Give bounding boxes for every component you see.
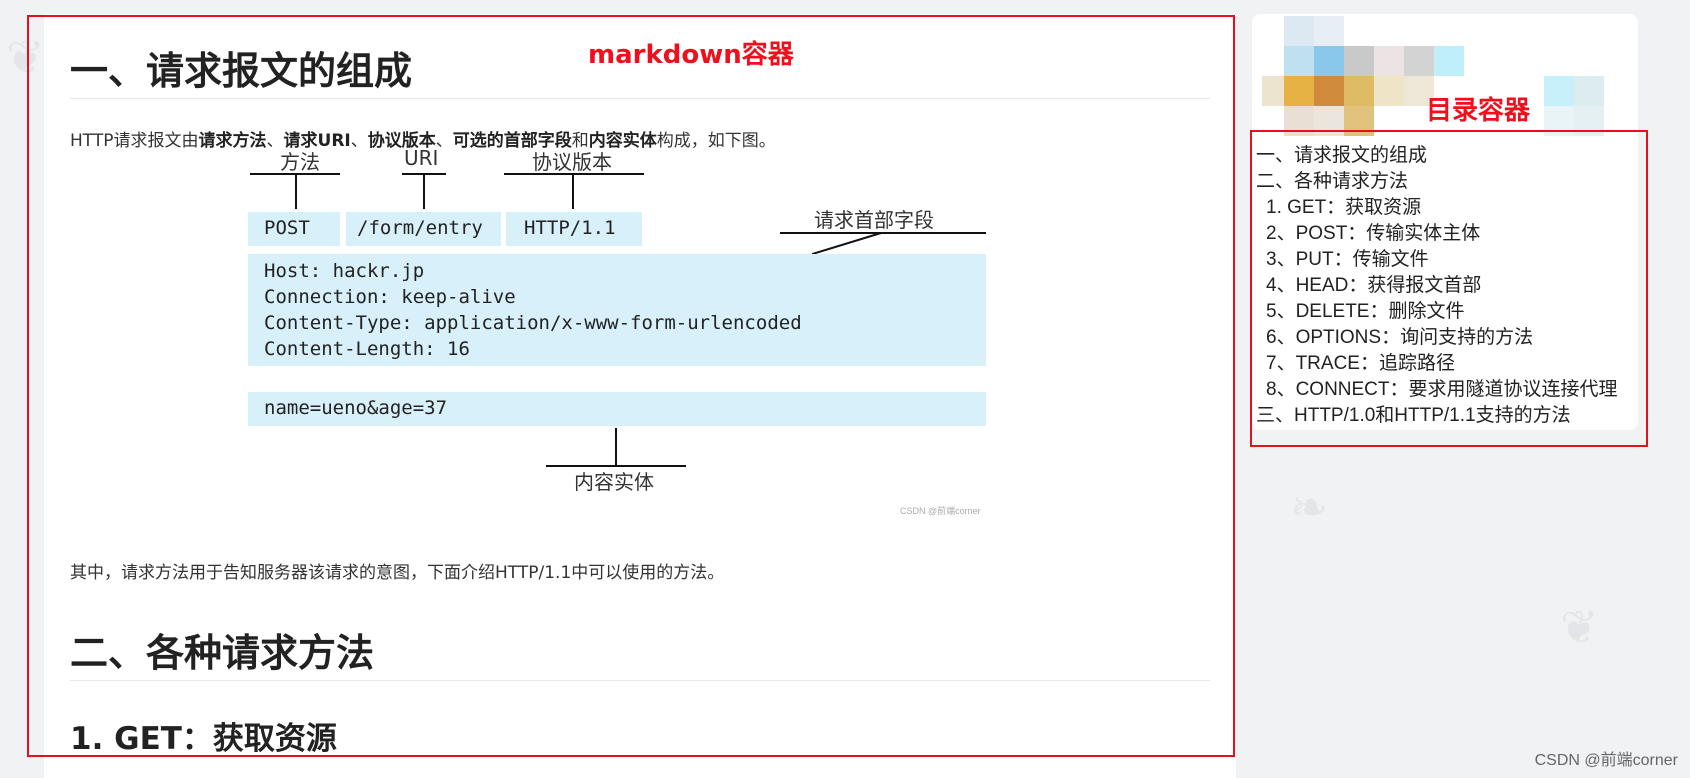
toc-item-put[interactable]: 3、PUT：传输文件 [1266, 244, 1429, 271]
toc-item-connect[interactable]: 8、CONNECT：要求用隧道协议连接代理 [1266, 374, 1618, 401]
toc-container-label: 目录容器 [1426, 96, 1531, 126]
background-leaf-icon: ❧ [1290, 481, 1329, 533]
csdn-credit: CSDN @前端corner [1534, 752, 1678, 769]
toc-item-post[interactable]: 2、POST：传输实体主体 [1266, 218, 1480, 245]
toc-item-options[interactable]: 6、OPTIONS：询问支持的方法 [1266, 322, 1533, 349]
background-leaf-icon: ❦ [1560, 601, 1599, 653]
toc-item-head[interactable]: 4、HEAD：获得报文首部 [1266, 270, 1481, 297]
toc-item-request-message[interactable]: 一、请求报文的组成 [1256, 140, 1427, 167]
toc-item-delete[interactable]: 5、DELETE：删除文件 [1266, 296, 1464, 323]
markdown-container-frame [27, 15, 1235, 757]
toc-item-http-versions[interactable]: 三、HTTP/1.0和HTTP/1.1支持的方法 [1256, 400, 1571, 427]
toc-item-trace[interactable]: 7、TRACE：追踪路径 [1266, 348, 1455, 375]
toc-item-request-methods[interactable]: 二、各种请求方法 [1256, 166, 1408, 193]
toc-item-get[interactable]: 1. GET：获取资源 [1266, 192, 1421, 219]
markdown-container-label: markdown容器 [588, 40, 794, 70]
